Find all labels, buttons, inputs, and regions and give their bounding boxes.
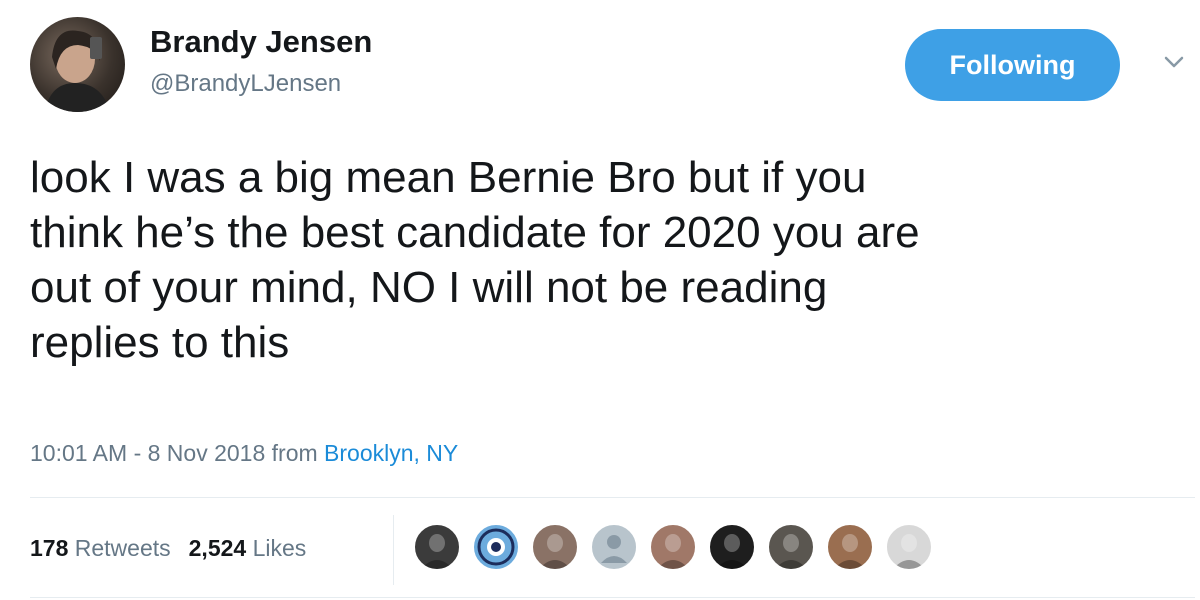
tweet-text-line: out of your mind, NO I will not be readi… (30, 263, 828, 312)
profile-photo-icon (834, 534, 866, 569)
following-button[interactable]: Following (905, 29, 1120, 101)
default-profile-icon (601, 535, 627, 563)
tweet-stats: 178 Retweets 2,524 Likes (30, 535, 306, 562)
likes-label: Likes (252, 535, 307, 561)
divider (30, 497, 1195, 498)
liker-avatar-9[interactable] (885, 523, 933, 571)
location-link[interactable]: Brooklyn, NY (324, 440, 458, 466)
tweet-text-line: look I was a big mean Bernie Bro but if … (30, 153, 867, 202)
stats-separator (393, 515, 394, 585)
tweet-timestamp[interactable]: 10:01 AM - 8 Nov 2018 (30, 440, 265, 466)
profile-photo-icon (657, 534, 689, 569)
liker-avatar-1[interactable] (413, 523, 461, 571)
profile-photo-icon (45, 30, 110, 112)
chevron-down-icon[interactable] (1160, 48, 1188, 76)
liker-avatar-8[interactable] (826, 523, 874, 571)
profile-photo-icon (716, 534, 748, 569)
likes-count: 2,524 (188, 535, 247, 561)
divider (30, 597, 1195, 598)
likes-stat[interactable]: 2,524 Likes (189, 535, 307, 561)
tweet-metadata: 10:01 AM - 8 Nov 2018 from Brooklyn, NY (30, 440, 458, 467)
author-avatar[interactable] (30, 17, 125, 112)
liker-avatar-6[interactable] (708, 523, 756, 571)
retweets-stat[interactable]: 178 Retweets (30, 535, 171, 561)
tweet-text-line: think he’s the best candidate for 2020 y… (30, 208, 920, 257)
liker-avatar-5[interactable] (649, 523, 697, 571)
club-crest-icon (477, 528, 515, 566)
author-name[interactable]: Brandy Jensen (150, 24, 372, 60)
profile-photo-icon (893, 534, 925, 569)
retweets-label: Retweets (74, 535, 171, 561)
profile-photo-icon (539, 534, 571, 569)
tweet-text: look I was a big mean Bernie Bro but if … (30, 150, 1190, 370)
liker-avatar-default-placeholder[interactable] (590, 523, 638, 571)
retweets-count: 178 (30, 535, 69, 561)
from-label: from (271, 440, 318, 466)
liker-avatar-manchester-city-crest[interactable] (472, 523, 520, 571)
tweet-text-line: replies to this (30, 318, 290, 367)
profile-photo-icon (421, 534, 453, 569)
liker-avatar-7[interactable] (767, 523, 815, 571)
author-handle[interactable]: @BrandyLJensen (150, 70, 341, 98)
profile-photo-icon (775, 534, 807, 569)
liker-avatar-3[interactable] (531, 523, 579, 571)
